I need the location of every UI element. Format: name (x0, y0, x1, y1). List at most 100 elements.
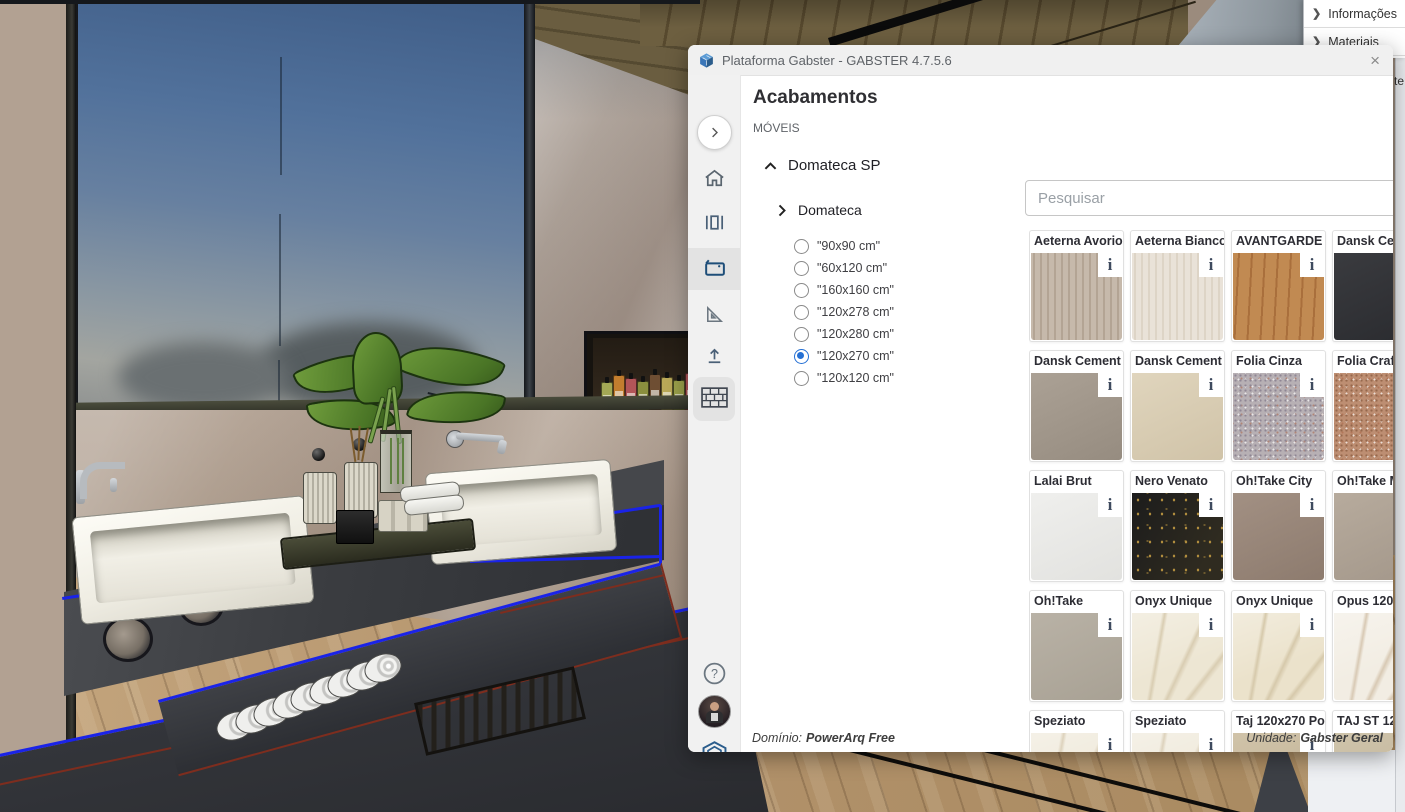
tile-swatch: i (1132, 613, 1223, 700)
gabster-logo-icon (699, 739, 730, 752)
sidebar-item-upload[interactable] (688, 345, 740, 368)
tile-name: Dansk Cement (1131, 351, 1224, 370)
tree-node-label: Domateca (798, 202, 862, 218)
size-option[interactable]: "120x280 cm" (794, 323, 894, 345)
tile-name: Dansk Cement (1030, 351, 1123, 370)
info-icon[interactable]: i (1300, 373, 1324, 397)
close-icon[interactable]: × (1367, 52, 1383, 69)
size-option[interactable]: "60x120 cm" (794, 257, 894, 279)
material-tile[interactable]: Opus 120x270i (1332, 590, 1393, 702)
tree-node-domateca[interactable]: Domateca (777, 202, 862, 218)
tile-swatch: i (1031, 613, 1122, 700)
material-tile[interactable]: AVANTGARDEi (1231, 230, 1326, 342)
unit-label: Unidade: (1246, 731, 1296, 745)
dialog-content: Acabamentos MÓVEIS Domateca SP Domateca … (740, 75, 1393, 752)
material-tile[interactable]: Nero Venatoi (1130, 470, 1225, 582)
info-icon[interactable]: i (1300, 493, 1324, 517)
window-frame-right (524, 0, 535, 420)
black-box (336, 510, 374, 544)
sidebar-item-projects[interactable] (688, 211, 740, 234)
info-icon[interactable]: i (1199, 373, 1223, 397)
domain-value: PowerArq Free (806, 731, 895, 745)
glass-vase (380, 430, 412, 493)
tile-swatch: i (1132, 373, 1223, 460)
tile-name: Aeterna Avorio (1030, 231, 1123, 250)
radio[interactable] (794, 327, 809, 342)
section-label: MÓVEIS (753, 121, 800, 135)
window-title: Plataforma Gabster - GABSTER 4.7.5.6 (722, 53, 1360, 68)
tile-name: Dansk Cement (1333, 231, 1393, 250)
size-option[interactable]: "90x90 cm" (794, 235, 894, 257)
radio[interactable] (794, 371, 809, 386)
material-tile-grid: Aeterna AvorioiAeterna BiancoiAVANTGARDE… (1029, 230, 1393, 752)
tile-swatch: i (1233, 253, 1324, 340)
info-icon[interactable]: i (1199, 493, 1223, 517)
info-icon[interactable]: i (1300, 253, 1324, 277)
dialog-sidebar: ? (688, 75, 741, 752)
info-icon[interactable]: i (1098, 613, 1122, 637)
right-wall-light (1308, 750, 1405, 812)
status-bar: Domínio:PowerArq Free Unidade: Gabster Ge… (740, 726, 1393, 752)
gabster-logo[interactable] (688, 739, 740, 752)
faucet-left-spout (80, 462, 125, 499)
help-button[interactable]: ? (688, 661, 740, 686)
material-tile[interactable]: Folia Cinzai (1231, 350, 1326, 462)
size-option[interactable]: "120x270 cm" (794, 345, 894, 367)
material-tile[interactable]: Dansk Cement i (1130, 350, 1225, 462)
material-tile[interactable]: Aeterna Avorio i (1029, 230, 1124, 342)
unit-value: Gabster Geral (1300, 731, 1383, 745)
sidebar-item-measure[interactable] (688, 303, 740, 326)
domain-status: Domínio:PowerArq Free (752, 731, 895, 745)
material-tile[interactable]: Dansk Cementi (1332, 230, 1393, 342)
search-input[interactable] (1026, 190, 1393, 207)
material-tile[interactable]: Oh!Take City i (1231, 470, 1326, 582)
radio[interactable] (794, 283, 809, 298)
sidebar-item-furniture[interactable] (688, 255, 740, 280)
tree-node-label: Domateca SP (788, 157, 881, 174)
radio[interactable] (794, 261, 809, 276)
tile-swatch: i (1031, 373, 1122, 460)
info-icon[interactable]: i (1199, 253, 1223, 277)
chevron-right-icon (697, 115, 732, 150)
sink-left (71, 495, 314, 625)
tile-swatch: i (1233, 373, 1324, 460)
info-icon[interactable]: i (1199, 613, 1223, 637)
tile-name: Onyx Unique (1131, 591, 1224, 610)
tile-swatch: i (1031, 253, 1122, 340)
glass-seam (280, 57, 282, 175)
size-option-label: "90x90 cm" (817, 239, 880, 253)
material-tile[interactable]: Oh!Take Mooni (1332, 470, 1393, 582)
size-option[interactable]: "160x160 cm" (794, 279, 894, 301)
radio[interactable] (794, 305, 809, 320)
user-avatar[interactable] (688, 695, 740, 728)
info-icon[interactable]: i (1098, 493, 1122, 517)
upload-icon (703, 345, 726, 368)
material-tile[interactable]: Aeterna Biancoi (1130, 230, 1225, 342)
sidebar-item-home[interactable] (688, 167, 740, 190)
search-box (1025, 180, 1393, 216)
tile-name: Lalai Brut (1030, 471, 1123, 490)
size-option[interactable]: "120x120 cm" (794, 367, 894, 389)
dialog-titlebar[interactable]: Plataforma Gabster - GABSTER 4.7.5.6 × (688, 45, 1393, 76)
info-icon[interactable]: i (1300, 613, 1324, 637)
radio-selected[interactable] (794, 349, 809, 364)
material-tile[interactable]: Folia Crafti (1332, 350, 1393, 462)
tree-node-domateca-sp[interactable]: Domateca SP (764, 157, 881, 174)
tile-name: Oh!Take Moon (1333, 471, 1393, 490)
info-icon[interactable]: i (1098, 373, 1122, 397)
tray-item-informacoes[interactable]: ❯ Informações (1304, 0, 1405, 28)
radio[interactable] (794, 239, 809, 254)
chevron-right-icon (777, 204, 787, 217)
expand-sidebar-button[interactable] (688, 115, 740, 150)
tile-name: Oh!Take City (1232, 471, 1325, 490)
info-icon[interactable]: i (1098, 253, 1122, 277)
material-tile[interactable]: Dansk Cement i (1029, 350, 1124, 462)
material-tile[interactable]: Onyx Unique i (1130, 590, 1225, 702)
size-option-label: "60x120 cm" (817, 261, 887, 275)
size-option[interactable]: "120x278 cm" (794, 301, 894, 323)
material-tile[interactable]: Oh!Takei (1029, 590, 1124, 702)
sidebar-item-finishes[interactable] (688, 387, 740, 408)
material-tile[interactable]: Lalai Brut i (1029, 470, 1124, 582)
material-tile[interactable]: Onyx Uniquei (1231, 590, 1326, 702)
tile-name: Folia Craft (1333, 351, 1393, 370)
